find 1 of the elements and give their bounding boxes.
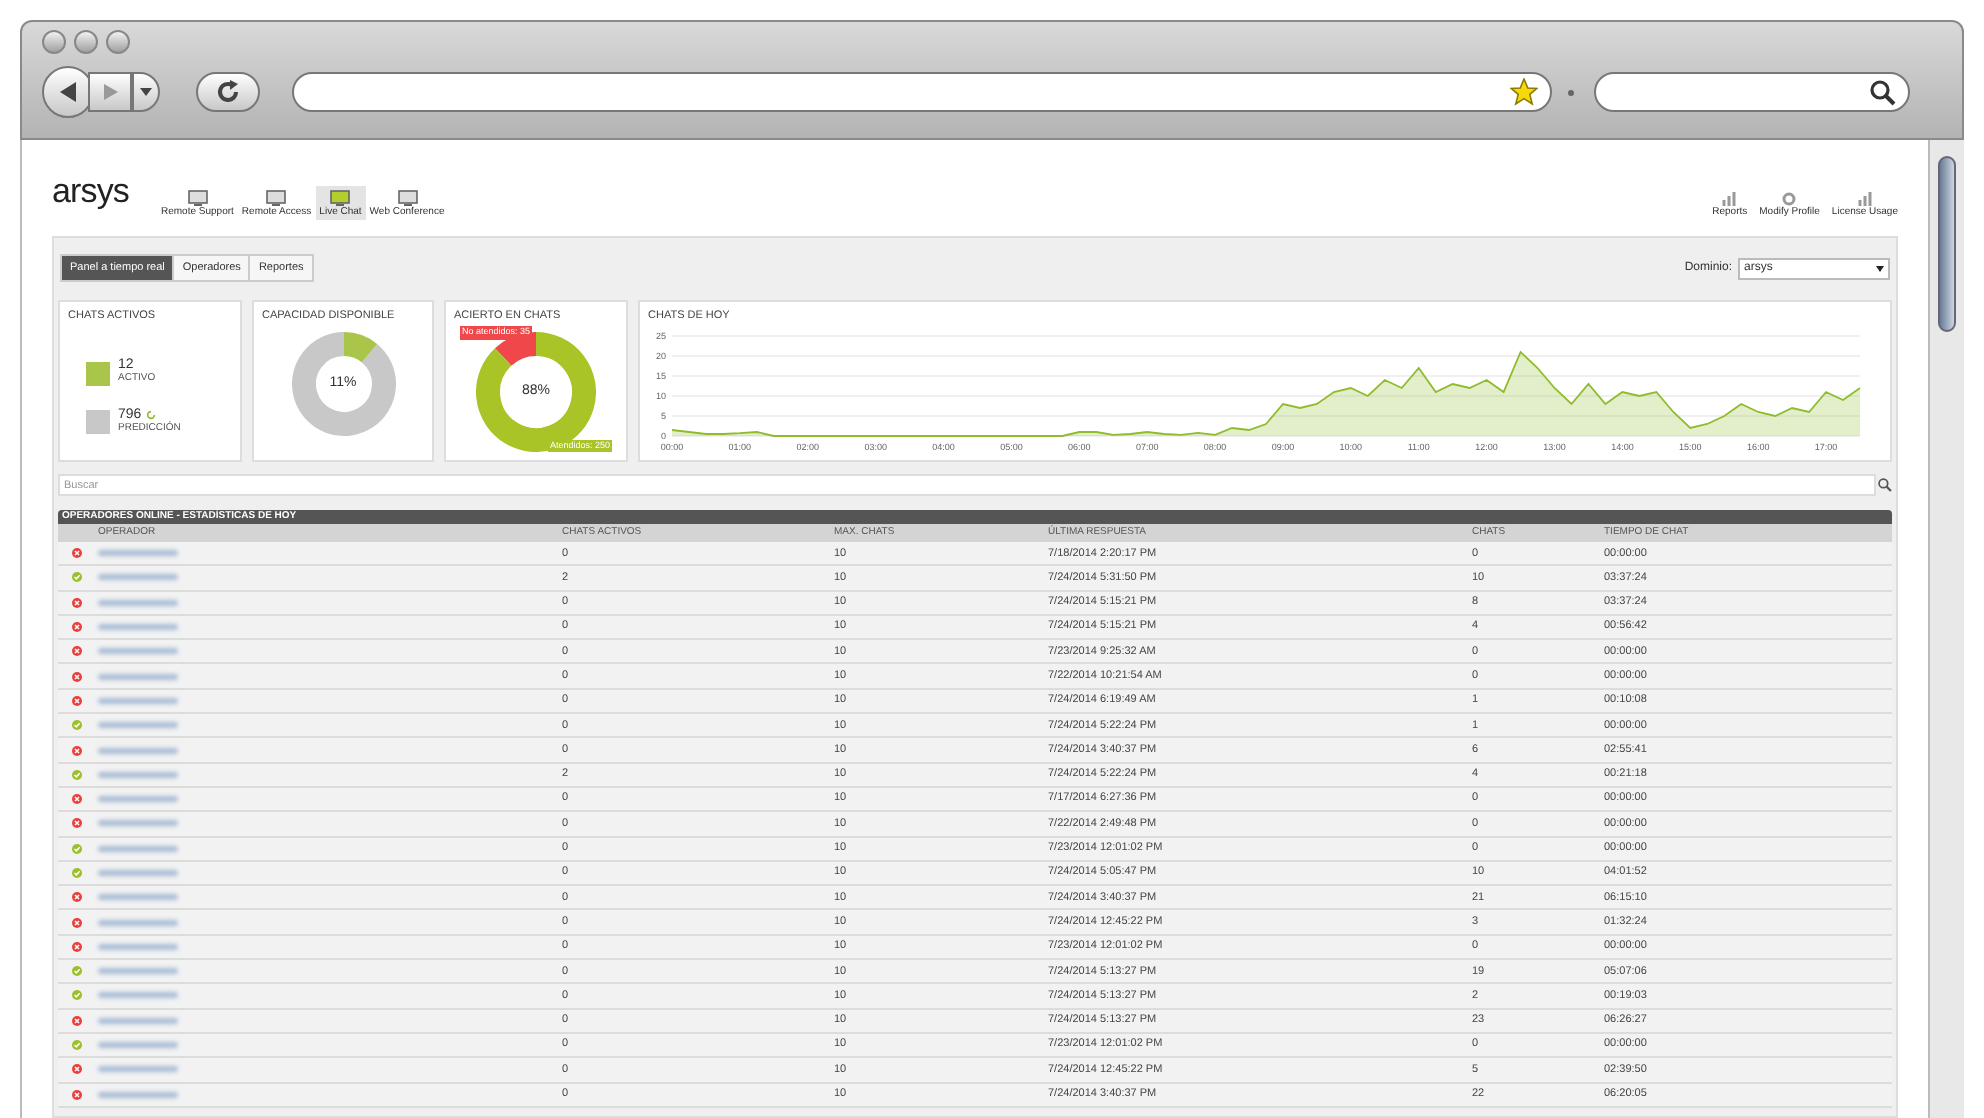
logo: arsys: [52, 169, 129, 213]
